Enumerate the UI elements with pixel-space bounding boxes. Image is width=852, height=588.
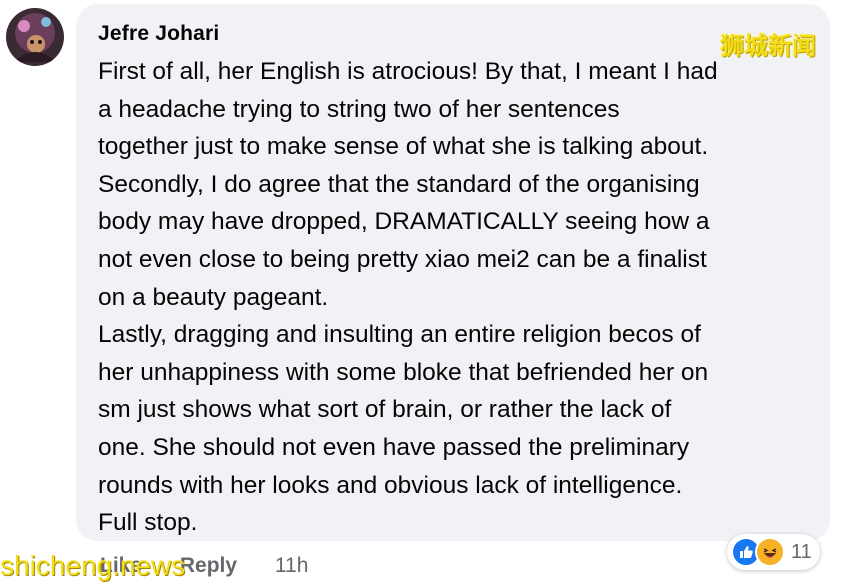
reaction-summary[interactable]: 11 (727, 534, 820, 570)
comment-paragraph: First of all, her English is atrocious! … (98, 58, 718, 311)
haha-icon (755, 537, 785, 567)
comment-screenshot: Jefre Johari First of all, her English i… (0, 0, 852, 588)
timestamp[interactable]: 11h (275, 554, 308, 577)
watermark-site-text: shicheng.news (0, 550, 186, 581)
comment-text: First of all, her English is atrocious! … (98, 53, 818, 542)
avatar[interactable] (6, 8, 64, 66)
comment-paragraph: Lastly, dragging and insulting an entire… (98, 321, 709, 537)
comment-bubble: Jefre Johari First of all, her English i… (76, 4, 830, 541)
watermark-logo-text: 狮城新闻 (720, 32, 816, 60)
reply-button[interactable]: Reply (180, 554, 237, 577)
author-name[interactable]: Jefre Johari (98, 22, 219, 46)
reaction-count: 11 (791, 540, 812, 563)
